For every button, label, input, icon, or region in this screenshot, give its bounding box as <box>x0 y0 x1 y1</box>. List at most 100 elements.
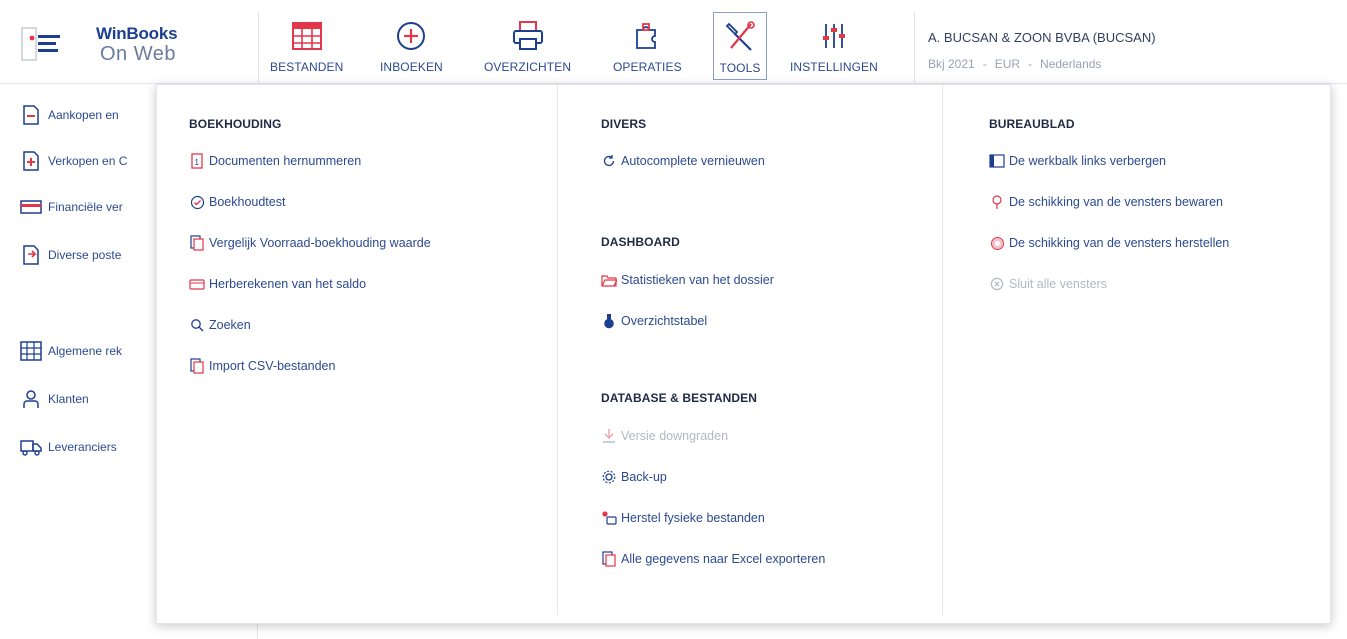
check-circle-icon <box>189 194 205 210</box>
section-title-divers: DIVERS <box>601 117 647 131</box>
menu-item-autocomplete-vernieuwen[interactable]: Autocomplete vernieuwen <box>601 153 765 169</box>
menu-item-label: Vergelijk Voorraad-boekhouding waarde <box>209 236 431 250</box>
search-icon <box>189 317 205 333</box>
language: Nederlands <box>1040 57 1102 71</box>
menu-item-back-up[interactable]: Back-up <box>601 469 667 485</box>
menu-tools[interactable]: TOOLS <box>713 12 767 80</box>
menu-item-label: Zoeken <box>209 318 251 332</box>
dossier-name: A. BUCSAN & ZOON BVBA (BUCSAN) <box>928 30 1156 45</box>
app-logo[interactable]: WinBooks On Web <box>20 18 250 74</box>
menu-label: TOOLS <box>719 61 761 75</box>
menu-bestanden[interactable]: BESTANDEN <box>270 18 343 82</box>
menu-item-label: Alle gegevens naar Excel exporteren <box>621 552 826 566</box>
repair-icon <box>601 510 617 526</box>
menu-item-vensters-herstellen[interactable]: De schikking van de vensters herstellen <box>989 235 1229 251</box>
sidebar-item-label: Leveranciers <box>48 440 117 454</box>
sidebar-item-klanten[interactable]: Klanten <box>20 388 89 410</box>
sidebar-item-aankopen[interactable]: Aankopen en <box>20 104 119 126</box>
menu-item-label: Herberekenen van het saldo <box>209 277 367 291</box>
menu-inboeken[interactable]: INBOEKEN <box>380 18 443 82</box>
plus-circle-icon <box>393 18 429 54</box>
sidebar-item-leveranciers[interactable]: Leveranciers <box>20 436 117 458</box>
sidebar-item-label: Klanten <box>48 392 89 406</box>
menu-item-herstel-fysieke-bestanden[interactable]: Herstel fysieke bestanden <box>601 510 765 526</box>
menu-label: INSTELLINGEN <box>790 60 878 74</box>
menu-label: OPERATIES <box>613 60 682 74</box>
menu-item-herberekenen-saldo[interactable]: Herberekenen van het saldo <box>189 276 366 292</box>
folder-open-icon <box>601 272 617 288</box>
menu-item-import-csv[interactable]: Import CSV-bestanden <box>189 358 335 374</box>
divider <box>914 12 915 82</box>
dossier-meta: Bkj 2021- EUR - Nederlands <box>928 57 1102 71</box>
menu-item-sluit-alle-vensters[interactable]: Sluit alle vensters <box>989 276 1107 292</box>
logo-subtitle: On Web <box>100 43 176 65</box>
menu-item-label: De schikking van de vensters herstellen <box>1009 236 1230 250</box>
sidebar-item-algemene[interactable]: Algemene rek <box>20 340 122 362</box>
divider <box>258 12 259 82</box>
menu-item-label: Statistieken van het dossier <box>621 273 774 287</box>
menu-item-label: Boekhoudtest <box>209 195 286 209</box>
menu-label: INBOEKEN <box>380 60 443 74</box>
tools-dropdown-panel: BOEKHOUDING 1 Documenten hernummeren Boe… <box>156 84 1331 624</box>
menu-operaties[interactable]: OPERATIES <box>613 18 682 82</box>
menu-item-label: Documenten hernummeren <box>209 154 362 168</box>
menu-item-label: Import CSV-bestanden <box>209 359 336 373</box>
fiscal-year: Bkj 2021 <box>928 57 975 71</box>
menu-label: BESTANDEN <box>270 60 344 74</box>
backup-gear-icon <box>601 469 617 485</box>
sidebar-item-financiele[interactable]: Financiële ver <box>20 196 123 218</box>
column-divider <box>942 85 943 615</box>
restore-icon <box>989 235 1005 251</box>
menu-item-overzichtstabel[interactable]: Overzichtstabel <box>601 313 707 329</box>
menu-item-vergelijk-voorraad[interactable]: Vergelijk Voorraad-boekhouding waarde <box>189 235 431 251</box>
menu-item-versie-downgraden[interactable]: Versie downgraden <box>601 428 728 444</box>
winbooks-logo-icon <box>21 27 60 61</box>
menu-item-label: Sluit alle vensters <box>1009 277 1107 291</box>
ledger-icon <box>20 340 42 362</box>
menu-item-label: Versie downgraden <box>621 429 729 443</box>
menu-item-label: Back-up <box>621 470 667 484</box>
sidebar-item-label: Aankopen en <box>48 108 119 122</box>
menu-item-label: De schikking van de vensters bewaren <box>1009 195 1224 209</box>
menu-item-zoeken[interactable]: Zoeken <box>189 317 251 333</box>
document-arrow-icon <box>20 244 42 266</box>
document-plus-icon <box>20 150 42 172</box>
section-title-database: DATABASE & BESTANDEN <box>601 391 758 405</box>
menu-item-boekhoudtest[interactable]: Boekhoudtest <box>189 194 285 210</box>
section-title-dashboard: DASHBOARD <box>601 235 680 249</box>
printer-icon <box>510 18 546 54</box>
menu-item-excel-exporteren[interactable]: Alle gegevens naar Excel exporteren <box>601 551 825 567</box>
download-icon <box>601 428 617 444</box>
tools-icon <box>722 19 758 55</box>
sidebar-item-diverse[interactable]: Diverse poste <box>20 244 121 266</box>
column-divider <box>557 85 558 615</box>
currency: EUR <box>994 57 1021 71</box>
users-icon <box>20 388 42 410</box>
pin-icon <box>989 194 1005 210</box>
menu-item-statistieken[interactable]: Statistieken van het dossier <box>601 272 774 288</box>
sliders-icon <box>816 18 852 54</box>
menu-item-label: Herstel fysieke bestanden <box>621 511 765 525</box>
sidebar-item-verkopen[interactable]: Verkopen en C <box>20 150 127 172</box>
compare-icon <box>189 235 205 251</box>
flask-icon <box>601 313 617 329</box>
menu-overzichten[interactable]: OVERZICHTEN <box>484 18 571 82</box>
menu-item-vensters-bewaren[interactable]: De schikking van de vensters bewaren <box>989 194 1223 210</box>
svg-text:1: 1 <box>195 158 200 167</box>
section-title-boekhouding: BOEKHOUDING <box>189 117 282 131</box>
dossier-info[interactable]: A. BUCSAN & ZOON BVBA (BUCSAN) Bkj 2021-… <box>928 30 1156 71</box>
sidebar-item-label: Financiële ver <box>48 200 123 214</box>
menu-item-label: Overzichtstabel <box>621 314 708 328</box>
top-bar: WinBooks On Web BESTANDEN INBOEKEN OVERZ… <box>0 0 1347 84</box>
refresh-icon <box>601 153 617 169</box>
sidebar-item-label: Diverse poste <box>48 248 122 262</box>
card-icon <box>20 196 42 218</box>
menu-label: OVERZICHTEN <box>484 60 572 74</box>
menu-item-werkbalk-verbergen[interactable]: De werkbalk links verbergen <box>989 153 1166 169</box>
menu-instellingen[interactable]: INSTELLINGEN <box>790 18 878 82</box>
document-minus-icon <box>20 104 42 126</box>
renumber-icon: 1 <box>189 153 205 169</box>
recalculate-icon <box>189 276 205 292</box>
logo-name: WinBooks <box>96 24 178 43</box>
menu-item-documenten-hernummeren[interactable]: 1 Documenten hernummeren <box>189 153 361 169</box>
